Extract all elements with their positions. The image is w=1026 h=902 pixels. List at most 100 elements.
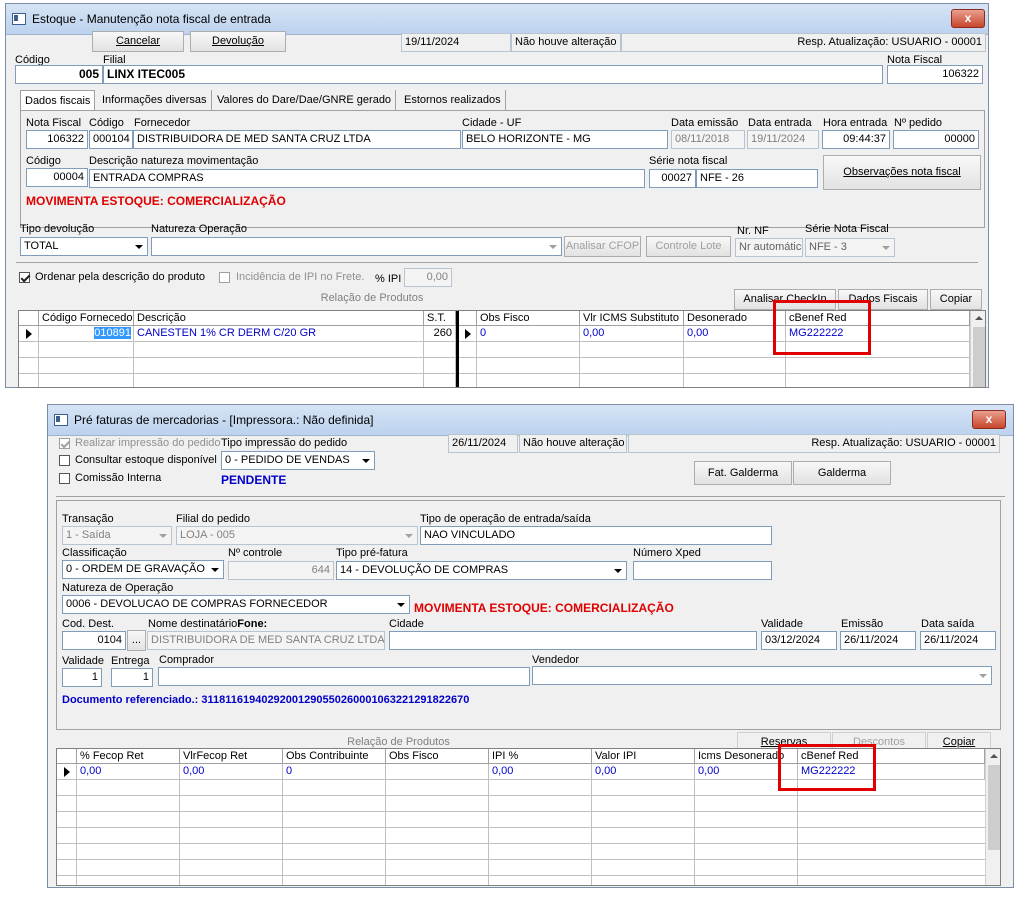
close-button[interactable]: x [951,9,985,28]
cell-obs-fisco[interactable] [386,764,489,780]
serie-nf-select[interactable]: NFE - 3 [805,238,895,257]
fornecedor-field[interactable]: DISTRIBUIDORA DE MED SANTA CRUZ LTDA [133,130,461,149]
cell-descricao[interactable]: CANESTEN 1% CR DERM C/20 GR [134,326,424,342]
vertical-scrollbar[interactable] [985,749,1000,885]
cell-valor-ipi[interactable]: 0,00 [592,764,695,780]
nf-field[interactable]: 106322 [887,65,983,84]
pre-faturas-titlebar[interactable]: Pré faturas de mercadorias - [Impressora… [48,405,1013,436]
chevron-down-icon[interactable] [879,240,893,255]
chevron-down-icon[interactable] [156,528,170,543]
chevron-down-icon[interactable] [402,528,416,543]
vendedor-select[interactable] [532,666,992,685]
cell-vlr-icms[interactable]: 0,00 [580,326,684,342]
chevron-down-icon[interactable] [611,563,625,578]
fornecedor-code-field[interactable]: 000104 [89,130,133,149]
col-header-valor-ipi[interactable]: Valor IPI [592,749,695,764]
chevron-down-icon[interactable] [359,453,373,468]
incidencia-checkbox[interactable] [219,272,230,283]
col-header-fecop-ret[interactable]: % Fecop Ret [77,749,180,764]
comprador-field[interactable] [158,667,530,686]
cell-codigo-fornecedor[interactable]: 010891 [39,326,134,342]
controle-lote-button[interactable]: Controle Lote [646,236,731,257]
filial-field[interactable]: LINX ITEC005 [103,65,883,84]
transacao-select[interactable]: 1 - Saída [62,526,172,545]
filial-select[interactable]: LOJA - 005 [176,526,418,545]
cod-dest-field[interactable]: 0104 [62,631,126,650]
cell-obs-contribuinte[interactable]: 0 [283,764,386,780]
classificacao-select[interactable]: 0 - ORDEM DE GRAVAÇÃO [62,560,224,579]
natureza-code-field[interactable]: 00004 [26,168,88,187]
controle-field[interactable]: 644 [228,561,334,580]
natureza-select[interactable]: 0006 - DEVOLUCAO DE COMPRAS FORNECEDOR [62,595,410,614]
scroll-up-icon[interactable] [990,754,998,758]
cell-vlr-fecop-ret[interactable]: 0,00 [180,764,283,780]
tab-dados-fiscais[interactable]: Dados fiscais [20,90,96,111]
cidade-field[interactable] [389,631,757,650]
ordenar-checkbox[interactable] [19,272,30,283]
col-header-vlr-icms-substituto[interactable]: Vlr ICMS Substituto [580,311,684,326]
tab-estornos[interactable]: Estornos realizados [400,90,506,110]
validade-field[interactable]: 03/12/2024 [761,631,837,650]
observacoes-button[interactable]: Observações nota fiscal [823,155,981,190]
consultar-estoque-checkbox[interactable] [59,455,70,466]
col-header-desonerado[interactable]: Desonerado [684,311,786,326]
tipo-devolucao-select[interactable]: TOTAL [20,237,148,256]
row-indicator-2[interactable] [459,326,477,342]
cidade-field[interactable]: BELO HORIZONTE - MG [462,130,668,149]
analisar-cfop-button[interactable]: Analisar CFOP [564,236,641,257]
copiar-button[interactable]: Copiar [930,289,982,310]
pedido-field[interactable]: 00000 [893,130,979,149]
entrega-field[interactable]: 1 [111,668,153,687]
nota-fiscal-field[interactable]: 106322 [26,130,88,149]
cell-desonerado[interactable]: 0,00 [684,326,786,342]
tab-valores-dare[interactable]: Valores do Dare/Dae/GNRE gerado [213,90,397,110]
row-indicator[interactable] [19,326,39,342]
realizar-impressao-checkbox[interactable] [59,438,70,449]
validade-dias-field[interactable]: 1 [62,668,102,687]
hora-field[interactable]: 09:44:37 [822,130,890,149]
comissao-checkbox[interactable] [59,473,70,484]
fat-galderma-button[interactable]: Fat. Galderma [694,461,792,485]
scrollbar-thumb[interactable] [973,327,985,387]
cell-obs-fisco[interactable]: 0 [477,326,580,342]
nr-nf-field[interactable]: Nr automático [735,238,803,257]
vertical-scrollbar[interactable] [970,311,985,387]
data-emissao-field[interactable]: 08/11/2018 [671,130,745,149]
chevron-down-icon[interactable] [976,668,990,683]
col-header-codigo-fornecedor[interactable]: Código Fornecedor [39,311,134,326]
codigo-field[interactable]: 005 [15,65,103,84]
col-header-obs-contribuinte[interactable]: Obs Contribuinte [283,749,386,764]
chevron-down-icon[interactable] [132,239,146,254]
col-header-obs-fisco[interactable]: Obs Fisco [477,311,580,326]
col-header-st[interactable]: S.T. [424,311,456,326]
scrollbar-thumb[interactable] [988,765,1000,850]
return-button[interactable]: Devolução [190,31,286,52]
serie-field[interactable]: NFE - 26 [696,169,818,188]
galderma-button[interactable]: Galderma [793,461,891,485]
col-header-obs-fisco[interactable]: Obs Fisco [386,749,489,764]
lookup-button[interactable]: ... [127,630,146,651]
xped-field[interactable] [633,561,772,580]
cancel-button[interactable]: Cancelar [92,31,184,52]
ipi-field[interactable]: 0,00 [404,268,452,287]
serie-code-field[interactable]: 00027 [649,169,696,188]
data-saida-field[interactable]: 26/11/2024 [920,631,996,650]
tipo-operacao-field[interactable]: NAO VINCULADO [420,526,772,545]
cell-fecop-ret[interactable]: 0,00 [77,764,180,780]
col-header-ipi-pct[interactable]: IPI % [489,749,592,764]
tipo-prefatura-select[interactable]: 14 - DEVOLUÇÃO DE COMPRAS [336,561,627,580]
tipo-impressao-select[interactable]: 0 - PEDIDO DE VENDAS [221,451,375,470]
cell-ipi-pct[interactable]: 0,00 [489,764,592,780]
chevron-down-icon[interactable] [394,597,408,612]
tab-informacoes-diversas[interactable]: Informações diversas [98,90,212,110]
chevron-down-icon[interactable] [208,562,222,577]
nome-dest-field[interactable]: DISTRIBUIDORA DE MED SANTA CRUZ LTDA [147,631,385,650]
natureza-operacao-select[interactable] [151,237,562,256]
close-button[interactable]: x [972,410,1006,429]
chevron-down-icon[interactable] [546,239,560,254]
cell-st[interactable]: 260 [424,326,456,342]
scroll-up-icon[interactable] [975,316,983,320]
natureza-field[interactable]: ENTRADA COMPRAS [89,169,645,188]
col-header-descricao[interactable]: Descrição [134,311,424,326]
col-header-vlr-fecop-ret[interactable]: VlrFecop Ret [180,749,283,764]
